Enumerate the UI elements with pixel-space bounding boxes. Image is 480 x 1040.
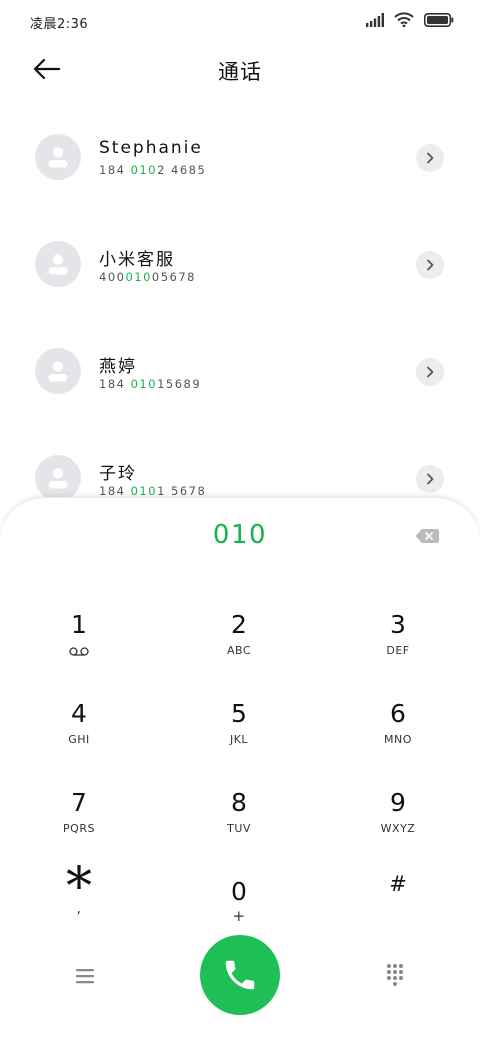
- key-star[interactable]: * ,: [4, 861, 154, 943]
- contact-detail-button[interactable]: [416, 144, 444, 172]
- key-letters: DEF: [386, 644, 410, 657]
- key-hash[interactable]: #: [323, 865, 473, 943]
- avatar: [35, 455, 81, 501]
- contact-item[interactable]: Stephanie 184 0102 4685: [0, 112, 480, 219]
- key-digit: 2: [231, 610, 247, 639]
- key-digit: 6: [390, 699, 406, 728]
- key-digit: 3: [390, 610, 406, 639]
- signal-icon: [366, 12, 384, 27]
- key-letters: JKL: [229, 733, 249, 746]
- key-6[interactable]: 6 MNO: [323, 691, 473, 769]
- key-9[interactable]: 9 WXYZ: [323, 780, 473, 858]
- key-digit: 5: [231, 699, 247, 728]
- backspace-button[interactable]: [414, 526, 440, 546]
- key-letters: TUV: [227, 822, 251, 835]
- status-icons: [366, 12, 454, 27]
- wifi-icon: [394, 12, 414, 27]
- keypad-icon: [387, 964, 403, 986]
- key-5[interactable]: 5 JKL: [164, 691, 314, 769]
- key-3[interactable]: 3 DEF: [323, 602, 473, 680]
- number-match: 010: [125, 270, 152, 284]
- battery-icon: [424, 12, 454, 27]
- key-letters: MNO: [384, 733, 412, 746]
- key-letters: WXYZ: [380, 822, 416, 835]
- contact-name: 小米客服: [99, 250, 175, 270]
- contact-number: 184 0101 5678: [99, 484, 207, 498]
- key-digit: 4: [71, 699, 87, 728]
- key-2[interactable]: 2 ABC: [164, 602, 314, 680]
- number-match: 010: [130, 377, 158, 391]
- person-icon: [48, 468, 68, 489]
- contact-list: Stephanie 184 0102 4685 小米客服 40001005678: [0, 112, 480, 540]
- number-match: 010: [130, 163, 158, 177]
- key-letters: GHI: [68, 733, 90, 746]
- number-match: 010: [130, 484, 158, 498]
- contact-item[interactable]: 小米客服 40001005678: [0, 219, 480, 326]
- backspace-icon: [415, 529, 439, 543]
- key-digit: 1: [71, 610, 87, 639]
- contact-number: 40001005678: [99, 270, 196, 284]
- contact-item[interactable]: 燕婷 184 01015689: [0, 326, 480, 433]
- avatar: [35, 134, 81, 180]
- contact-name: 子玲: [99, 464, 137, 484]
- chevron-right-icon: [427, 473, 434, 485]
- key-letters: ,: [76, 901, 82, 917]
- key-digit: 9: [390, 788, 406, 817]
- contact-detail-button[interactable]: [416, 465, 444, 493]
- chevron-right-icon: [427, 366, 434, 378]
- dialed-number: 010: [212, 520, 268, 550]
- chevron-right-icon: [427, 152, 434, 164]
- contact-detail-button[interactable]: [416, 358, 444, 386]
- contact-name: Stephanie: [99, 138, 203, 158]
- key-digit: 0: [231, 877, 247, 906]
- key-7[interactable]: 7 PQRS: [4, 780, 154, 858]
- contact-name: 燕婷: [99, 357, 137, 377]
- key-digit: 7: [71, 788, 87, 817]
- header: 通话: [0, 44, 480, 96]
- person-icon: [48, 147, 68, 168]
- contact-number: 184 01015689: [99, 377, 202, 391]
- keypad-toggle-button[interactable]: [382, 962, 408, 988]
- key-4[interactable]: 4 GHI: [4, 691, 154, 769]
- chevron-right-icon: [427, 259, 434, 271]
- key-8[interactable]: 8 TUV: [164, 780, 314, 858]
- call-button[interactable]: [200, 935, 280, 1015]
- status-time: 凌晨2:36: [30, 17, 89, 32]
- key-letters: PQRS: [63, 822, 95, 835]
- key-1[interactable]: 1: [4, 602, 154, 680]
- person-icon: [48, 254, 68, 275]
- key-letters: ABC: [226, 644, 252, 657]
- menu-icon: [76, 969, 94, 984]
- key-digit: 8: [231, 788, 247, 817]
- key-digit: #: [389, 872, 407, 896]
- avatar: [35, 348, 81, 394]
- contact-number: 184 0102 4685: [99, 163, 207, 177]
- status-bar: 凌晨2:36: [0, 0, 480, 44]
- menu-button[interactable]: [72, 965, 98, 987]
- person-icon: [48, 361, 68, 382]
- page-title: 通话: [218, 60, 262, 84]
- contact-detail-button[interactable]: [416, 251, 444, 279]
- key-letters: +: [232, 907, 246, 925]
- phone-icon: [225, 960, 255, 990]
- voicemail-icon: [69, 647, 89, 656]
- avatar: [35, 241, 81, 287]
